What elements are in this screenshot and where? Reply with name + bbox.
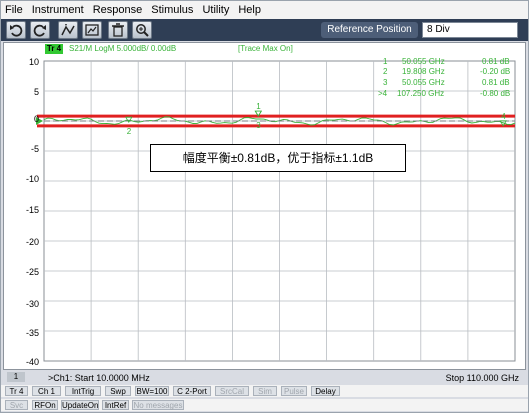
channel-tag[interactable]: 1 bbox=[7, 372, 25, 382]
status-pulse: Pulse bbox=[281, 386, 307, 396]
y-tick-label: -30 bbox=[25, 299, 39, 309]
y-tick-label: 10 bbox=[28, 57, 39, 67]
status-ch1[interactable]: Ch 1 bbox=[32, 386, 61, 396]
status-svc: Svc bbox=[5, 400, 28, 410]
status-bar-2: Svc RFOn UpdateOn IntRef No messages bbox=[1, 399, 528, 411]
y-tick-label: 5 bbox=[33, 87, 39, 97]
marker-value: -0.80 dB bbox=[480, 89, 511, 98]
marker-label: 3 bbox=[256, 121, 261, 130]
y-tick-label: -20 bbox=[25, 237, 39, 247]
y-tick-label: 0 bbox=[33, 114, 39, 124]
status-inttrig[interactable]: IntTrig bbox=[65, 386, 101, 396]
status-tr4[interactable]: Tr 4 bbox=[5, 386, 28, 396]
annotation-box: 幅度平衡±0.81dB，优于指标±1.1dB bbox=[150, 144, 406, 172]
marker-freq: 50.055 GHz bbox=[402, 57, 445, 66]
start-frequency: >Ch1: Start 10.0000 MHz bbox=[48, 373, 150, 383]
status-intref[interactable]: IntRef bbox=[102, 400, 129, 410]
y-tick-label: -10 bbox=[25, 174, 39, 184]
marker-id: 2 bbox=[383, 67, 388, 76]
status-bar-1: Tr 4 Ch 1 IntTrig Swp BW=100 C 2-Port Sr… bbox=[1, 385, 528, 397]
marker-id: >4 bbox=[378, 89, 388, 98]
stop-frequency: Stop 110.000 GHz bbox=[445, 373, 519, 383]
status-bw[interactable]: BW=100 bbox=[135, 386, 169, 396]
marker-label: 1 bbox=[256, 102, 261, 111]
status-2port[interactable]: C 2-Port bbox=[173, 386, 211, 396]
y-tick-label: -5 bbox=[30, 144, 39, 154]
status-messages: No messages bbox=[132, 400, 184, 410]
marker-value: -0.20 dB bbox=[480, 67, 511, 76]
status-swp[interactable]: Swp bbox=[105, 386, 131, 396]
trace-tag[interactable]: Tr 4 bbox=[45, 44, 63, 54]
marker-freq: 107.250 GHz bbox=[397, 89, 445, 98]
y-tick-label: -40 bbox=[25, 357, 39, 367]
marker-value: 0.81 dB bbox=[482, 57, 510, 66]
vna-window: File Instrument Response Stimulus Utilit… bbox=[0, 0, 529, 413]
y-tick-label: -35 bbox=[25, 328, 39, 338]
trace-markers: 2 1 3 4 bbox=[125, 102, 507, 136]
y-tick-label: -15 bbox=[25, 205, 39, 215]
marker-id: 1 bbox=[383, 57, 388, 66]
plot-grid bbox=[43, 60, 516, 362]
status-updateon[interactable]: UpdateOn bbox=[61, 400, 99, 410]
status-sim: Sim bbox=[253, 386, 277, 396]
marker-label: 4 bbox=[501, 112, 506, 121]
trace-title: S21/M LogM 5.000dB/ 0.00dB bbox=[69, 44, 177, 53]
y-tick-label: -25 bbox=[25, 267, 39, 277]
trace-plot[interactable]: 2134 bbox=[1, 1, 529, 413]
trace-status: [Trace Max On] bbox=[238, 44, 293, 53]
status-srccal: SrcCal bbox=[215, 386, 249, 396]
status-rfon[interactable]: RFOn bbox=[32, 400, 58, 410]
status-delay[interactable]: Delay bbox=[311, 386, 340, 396]
marker-id: 3 bbox=[383, 78, 388, 87]
marker-freq: 50.055 GHz bbox=[402, 78, 445, 87]
marker-freq: 19.808 GHz bbox=[402, 67, 445, 76]
marker-label: 2 bbox=[127, 127, 132, 136]
marker-value: 0.81 dB bbox=[482, 78, 510, 87]
